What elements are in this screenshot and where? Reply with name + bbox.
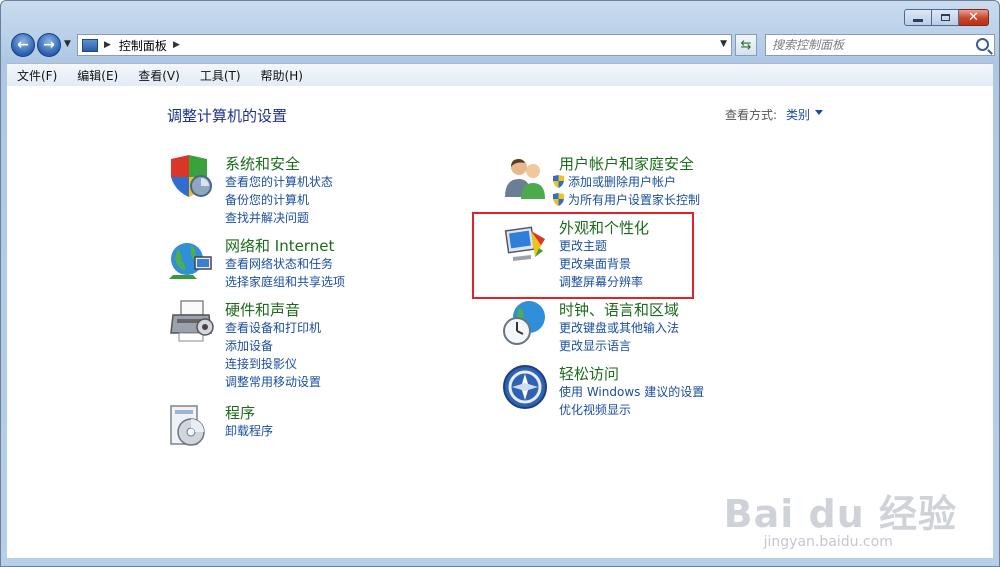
users-icon[interactable]	[501, 153, 549, 201]
view-by-dropdown[interactable]: 类别	[786, 106, 810, 123]
ease-of-access-icon[interactable]	[501, 363, 549, 411]
uac-shield-icon	[553, 174, 564, 188]
minimize-icon	[913, 19, 923, 22]
search-icon[interactable]	[976, 38, 989, 51]
arrow-right-icon: →	[43, 37, 55, 53]
link-view-network-status[interactable]: 查看网络状态和任务	[225, 254, 345, 272]
red-highlight-box	[472, 212, 694, 299]
category-links: 查看网络状态和任务 选择家庭组和共享选项	[225, 254, 345, 290]
close-icon: ✕	[968, 10, 979, 25]
address-bar[interactable]: ▶ 控制面板 ▶ ▼	[77, 34, 732, 56]
watermark-brand: Bai du 经验	[723, 492, 957, 536]
menu-bar: 文件(F) 编辑(E) 查看(V) 工具(T) 帮助(H)	[7, 63, 993, 87]
menu-file[interactable]: 文件(F)	[7, 67, 67, 84]
category-links: 卸载程序	[225, 421, 273, 439]
address-history-dropdown[interactable]: ▼	[720, 39, 727, 49]
watermark: Bai du 经验 jingyan.baidu.com	[724, 494, 957, 550]
search-box	[765, 34, 995, 56]
maximize-icon	[940, 14, 950, 21]
breadcrumb-control-panel[interactable]: 控制面板	[119, 37, 167, 54]
navigation-bar: ← → ▼ ▶ 控制面板 ▶ ▼ ⇆	[7, 31, 995, 59]
category-title[interactable]: 轻松访问	[559, 363, 619, 384]
back-button[interactable]: ←	[11, 33, 35, 57]
category-title[interactable]: 用户帐户和家庭安全	[559, 153, 694, 174]
link-recommended-settings[interactable]: 使用 Windows 建议的设置	[559, 382, 704, 400]
link-add-remove-accounts[interactable]: 添加或删除用户帐户	[553, 172, 700, 190]
link-uninstall-program[interactable]: 卸载程序	[225, 421, 273, 439]
clock-globe-icon[interactable]	[501, 299, 549, 347]
menu-edit[interactable]: 编辑(E)	[67, 67, 128, 84]
breadcrumb-chevron-icon[interactable]: ▶	[173, 40, 180, 50]
search-input[interactable]	[772, 38, 972, 52]
window-controls: ✕	[904, 9, 989, 28]
category-links: 更改键盘或其他输入法 更改显示语言	[559, 318, 679, 354]
forward-button[interactable]: →	[37, 33, 61, 57]
control-panel-icon	[82, 38, 98, 52]
arrow-left-icon: ←	[17, 37, 29, 53]
category-title[interactable]: 硬件和声音	[225, 299, 300, 320]
category-links: 查看您的计算机状态 备份您的计算机 查找并解决问题	[225, 172, 333, 226]
link-mobility-settings[interactable]: 调整常用移动设置	[225, 372, 321, 390]
maximize-button[interactable]	[932, 9, 959, 26]
link-change-keyboard-input[interactable]: 更改键盘或其他输入法	[559, 318, 679, 336]
category-title[interactable]: 时钟、语言和区域	[559, 299, 679, 320]
control-panel-window: ✕ ← → ▼ ▶ 控制面板 ▶ ▼ ⇆ 文件(F) 编辑(E) 查看(V) 工…	[0, 0, 1000, 567]
category-links: 使用 Windows 建议的设置 优化视频显示	[559, 382, 704, 418]
category-links: 查看设备和打印机 添加设备 连接到投影仪 调整常用移动设置	[225, 318, 321, 390]
page-title: 调整计算机的设置	[167, 107, 288, 125]
minimize-button[interactable]	[904, 9, 932, 26]
category-title[interactable]: 程序	[225, 402, 255, 423]
link-change-display-language[interactable]: 更改显示语言	[559, 336, 679, 354]
security-shield-icon[interactable]	[167, 153, 215, 201]
link-label: 添加或删除用户帐户	[568, 174, 677, 189]
link-label: 为所有用户设置家长控制	[568, 192, 701, 207]
network-globe-icon[interactable]	[167, 235, 215, 283]
watermark-url: jingyan.baidu.com	[763, 534, 893, 550]
link-troubleshoot[interactable]: 查找并解决问题	[225, 208, 333, 226]
link-homegroup-sharing[interactable]: 选择家庭组和共享选项	[225, 272, 345, 290]
chevron-down-icon[interactable]	[815, 110, 823, 115]
view-by-label: 查看方式:	[725, 108, 778, 122]
content-area: 调整计算机的设置 查看方式: 类别 系统和安全 查看您的计算机状态 备份您的计算…	[7, 86, 993, 558]
link-optimize-visual-display[interactable]: 优化视频显示	[559, 400, 704, 418]
recent-pages-dropdown[interactable]: ▼	[64, 39, 71, 49]
programs-disc-icon[interactable]	[167, 402, 215, 450]
printer-icon[interactable]	[167, 299, 215, 347]
category-title[interactable]: 系统和安全	[225, 153, 300, 174]
link-devices-printers[interactable]: 查看设备和打印机	[225, 318, 321, 336]
category-title[interactable]: 网络和 Internet	[225, 235, 334, 256]
refresh-button[interactable]: ⇆	[735, 34, 757, 56]
menu-view[interactable]: 查看(V)	[128, 67, 190, 84]
link-view-computer-status[interactable]: 查看您的计算机状态	[225, 172, 333, 190]
link-parental-controls[interactable]: 为所有用户设置家长控制	[553, 190, 700, 208]
menu-help[interactable]: 帮助(H)	[251, 67, 313, 84]
link-connect-projector[interactable]: 连接到投影仪	[225, 354, 321, 372]
close-button[interactable]: ✕	[959, 9, 989, 26]
category-links: 添加或删除用户帐户 为所有用户设置家长控制	[553, 172, 700, 208]
menu-tools[interactable]: 工具(T)	[190, 67, 251, 84]
breadcrumb-chevron-icon[interactable]: ▶	[104, 40, 111, 50]
link-backup-computer[interactable]: 备份您的计算机	[225, 190, 333, 208]
link-add-device[interactable]: 添加设备	[225, 336, 321, 354]
uac-shield-icon	[553, 192, 564, 206]
refresh-icon: ⇆	[740, 37, 752, 53]
